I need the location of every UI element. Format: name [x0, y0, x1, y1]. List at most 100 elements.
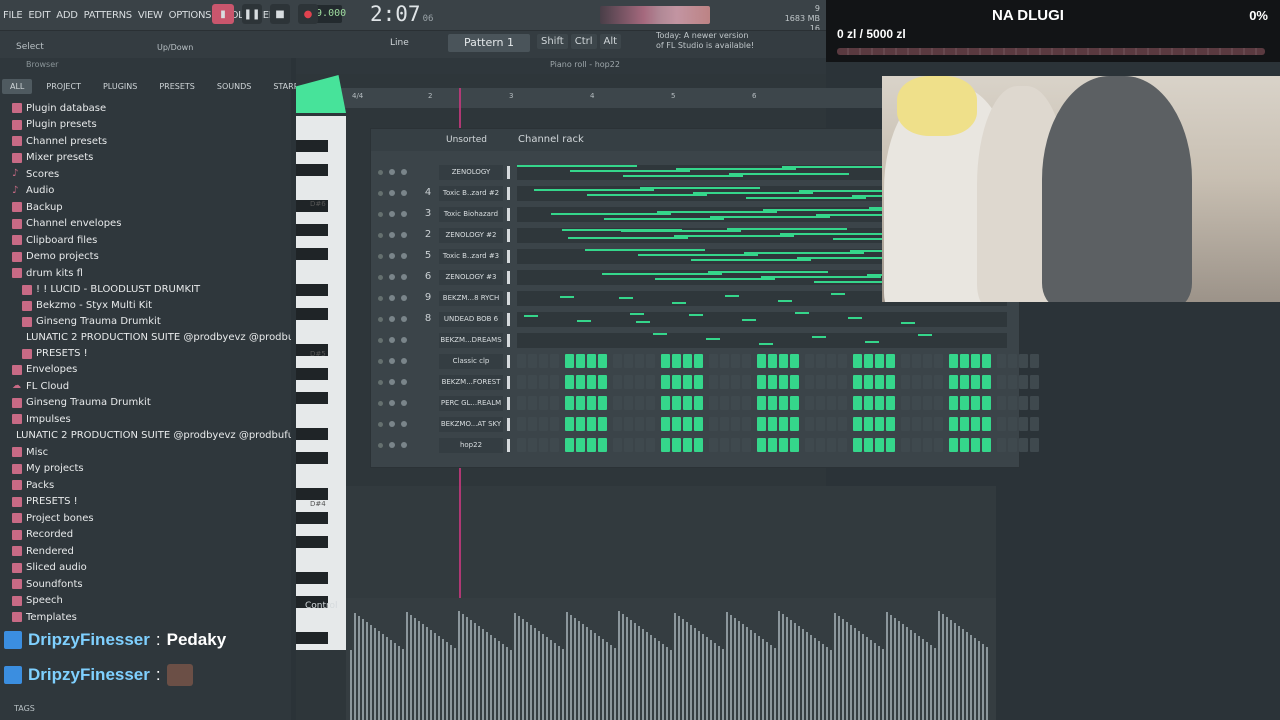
- step-button[interactable]: [672, 438, 681, 452]
- step-button[interactable]: [731, 354, 740, 368]
- step-button[interactable]: [624, 375, 633, 389]
- velocity-bar[interactable]: [562, 649, 564, 720]
- pan-knob[interactable]: [389, 274, 395, 280]
- step-button[interactable]: [864, 354, 873, 368]
- channel-name-button[interactable]: ZENOLOGY #3: [439, 270, 503, 285]
- volume-knob[interactable]: [401, 211, 407, 217]
- channel-mute-led[interactable]: [378, 296, 383, 301]
- step-button[interactable]: [661, 375, 670, 389]
- step-button[interactable]: [971, 354, 980, 368]
- velocity-bar[interactable]: [534, 628, 536, 720]
- step-button[interactable]: [949, 354, 958, 368]
- step-button[interactable]: [853, 438, 862, 452]
- velocity-bar[interactable]: [490, 635, 492, 720]
- browser-item[interactable]: Ginseng Trauma Drumkit: [0, 314, 291, 330]
- velocity-bar[interactable]: [750, 630, 752, 720]
- step-button[interactable]: [565, 375, 574, 389]
- step-button[interactable]: [565, 396, 574, 410]
- velocity-bar[interactable]: [362, 619, 364, 720]
- step-button[interactable]: [528, 417, 537, 431]
- step-button[interactable]: [875, 417, 884, 431]
- step-button[interactable]: [960, 438, 969, 452]
- browser-item[interactable]: Recorded: [0, 527, 291, 544]
- step-button[interactable]: [517, 375, 526, 389]
- browser-item[interactable]: My projects: [0, 461, 291, 478]
- channel-mute-led[interactable]: [378, 380, 383, 385]
- velocity-bar[interactable]: [386, 637, 388, 720]
- tags-label[interactable]: TAGS: [14, 704, 35, 713]
- channel-piano-roll-preview[interactable]: [517, 333, 1007, 348]
- velocity-bar[interactable]: [982, 644, 984, 720]
- velocity-bar[interactable]: [634, 623, 636, 720]
- pan-knob[interactable]: [389, 358, 395, 364]
- browser-item[interactable]: Soundfonts: [0, 576, 291, 593]
- browser-tab-all[interactable]: ALL: [2, 78, 33, 94]
- step-button[interactable]: [864, 375, 873, 389]
- velocity-bar[interactable]: [974, 638, 976, 720]
- note-grid[interactable]: [346, 486, 996, 606]
- step-button[interactable]: [816, 354, 825, 368]
- step-button[interactable]: [886, 396, 895, 410]
- step-button[interactable]: [838, 396, 847, 410]
- browser-item[interactable]: Speech: [0, 593, 291, 610]
- velocity-bar[interactable]: [618, 611, 620, 720]
- velocity-bar[interactable]: [862, 634, 864, 720]
- velocity-bar[interactable]: [786, 617, 788, 720]
- channel-name-button[interactable]: BEKZM...DREAMS: [439, 333, 503, 348]
- step-button[interactable]: [923, 396, 932, 410]
- channel-name-button[interactable]: Toxic B..zard #3: [439, 249, 503, 264]
- velocity-bar[interactable]: [594, 633, 596, 720]
- channel-row[interactable]: BEKZM...FOREST: [371, 372, 1039, 393]
- step-button[interactable]: [790, 438, 799, 452]
- step-button[interactable]: [709, 396, 718, 410]
- velocity-bar[interactable]: [366, 622, 368, 720]
- step-button[interactable]: [757, 375, 766, 389]
- velocity-bar[interactable]: [914, 633, 916, 720]
- browser-item[interactable]: Rendered: [0, 543, 291, 560]
- step-button[interactable]: [805, 396, 814, 410]
- black-key[interactable]: [296, 536, 328, 548]
- piano-keyboard[interactable]: D#6 D#5 D#4: [296, 116, 346, 650]
- velocity-bar[interactable]: [850, 625, 852, 720]
- browser-item[interactable]: ! ! LUCID - BLOODLUST DRUMKIT: [0, 282, 291, 298]
- news-ticker[interactable]: Today: A newer version of FL Studio is a…: [656, 31, 756, 51]
- channel-mute-led[interactable]: [378, 191, 383, 196]
- step-button[interactable]: [1008, 438, 1017, 452]
- step-button[interactable]: [816, 417, 825, 431]
- volume-knob[interactable]: [401, 295, 407, 301]
- step-button[interactable]: [517, 417, 526, 431]
- browser-item[interactable]: ♪ Audio: [0, 183, 291, 200]
- record-button[interactable]: ●: [298, 4, 318, 24]
- step-button[interactable]: [757, 417, 766, 431]
- velocity-bar[interactable]: [930, 645, 932, 720]
- step-button[interactable]: [949, 438, 958, 452]
- step-button[interactable]: [683, 417, 692, 431]
- volume-knob[interactable]: [401, 400, 407, 406]
- step-button[interactable]: [613, 438, 622, 452]
- channel-row[interactable]: Classic clp: [371, 351, 1039, 372]
- velocity-bar[interactable]: [882, 649, 884, 720]
- step-button[interactable]: [997, 396, 1006, 410]
- channel-mute-led[interactable]: [378, 170, 383, 175]
- step-button[interactable]: [672, 417, 681, 431]
- velocity-bar[interactable]: [778, 611, 780, 720]
- step-button[interactable]: [624, 417, 633, 431]
- pan-knob[interactable]: [389, 442, 395, 448]
- velocity-bar[interactable]: [582, 624, 584, 720]
- step-button[interactable]: [971, 375, 980, 389]
- step-button[interactable]: [982, 417, 991, 431]
- step-button[interactable]: [731, 396, 740, 410]
- step-button[interactable]: [838, 375, 847, 389]
- velocity-bar[interactable]: [354, 613, 356, 720]
- step-button[interactable]: [971, 438, 980, 452]
- pan-knob[interactable]: [389, 400, 395, 406]
- step-button[interactable]: [886, 375, 895, 389]
- velocity-bar[interactable]: [602, 639, 604, 720]
- step-button[interactable]: [805, 375, 814, 389]
- velocity-bar[interactable]: [742, 624, 744, 720]
- velocity-bar[interactable]: [874, 643, 876, 720]
- browser-item[interactable]: Backup: [0, 199, 291, 216]
- step-button[interactable]: [816, 375, 825, 389]
- velocity-bar[interactable]: [458, 611, 460, 720]
- velocity-bar[interactable]: [698, 631, 700, 720]
